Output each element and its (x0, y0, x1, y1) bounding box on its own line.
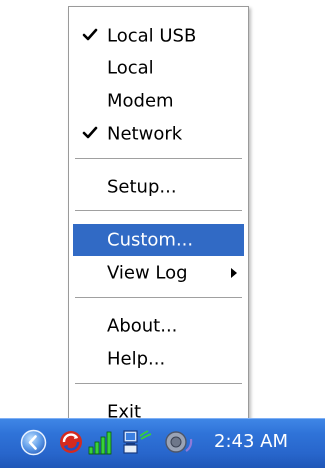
menu-item-label: About... (107, 315, 178, 337)
menu-separator (75, 383, 242, 385)
menu-item-label: View Log (107, 262, 188, 284)
system-tray: 2:43 AM (0, 418, 325, 468)
menu-separator (75, 158, 242, 160)
checkmark-icon (82, 126, 98, 139)
speaker-icon[interactable] (162, 427, 196, 457)
menu-item-local-usb[interactable]: Local USB (73, 20, 244, 52)
menu-item-label: Custom... (107, 229, 194, 251)
menu-item-view-log[interactable]: View Log (73, 257, 244, 289)
menu-separator (75, 210, 242, 212)
menu-item-label: Local (107, 57, 154, 79)
menu-separator (75, 297, 242, 299)
checkmark-icon (82, 28, 98, 41)
menu-item-help[interactable]: Help... (73, 343, 244, 375)
show-hidden-icons-arrow-icon[interactable] (20, 429, 47, 456)
signal-strength-icon[interactable] (87, 428, 117, 456)
menu-item-label: Network (107, 123, 183, 145)
menu-item-about[interactable]: About... (73, 310, 244, 342)
menu-item-label: Help... (107, 348, 166, 370)
network-connection-icon[interactable] (121, 427, 155, 457)
context-menu: Local USB Local Modem Network Setup... C… (68, 6, 249, 434)
menu-item-modem[interactable]: Modem (73, 85, 244, 117)
submenu-arrow-icon (231, 268, 237, 278)
menu-item-label: Setup... (107, 176, 177, 198)
menu-item-custom[interactable]: Custom... (73, 224, 244, 256)
menu-item-label: Local USB (107, 25, 197, 47)
menu-item-local[interactable]: Local (73, 52, 244, 84)
tray-clock[interactable]: 2:43 AM (214, 431, 288, 452)
menu-item-label: Modem (107, 90, 174, 112)
menu-item-network[interactable]: Network (73, 118, 244, 150)
menu-item-setup[interactable]: Setup... (73, 171, 244, 203)
app-tray-icon[interactable] (58, 429, 84, 455)
